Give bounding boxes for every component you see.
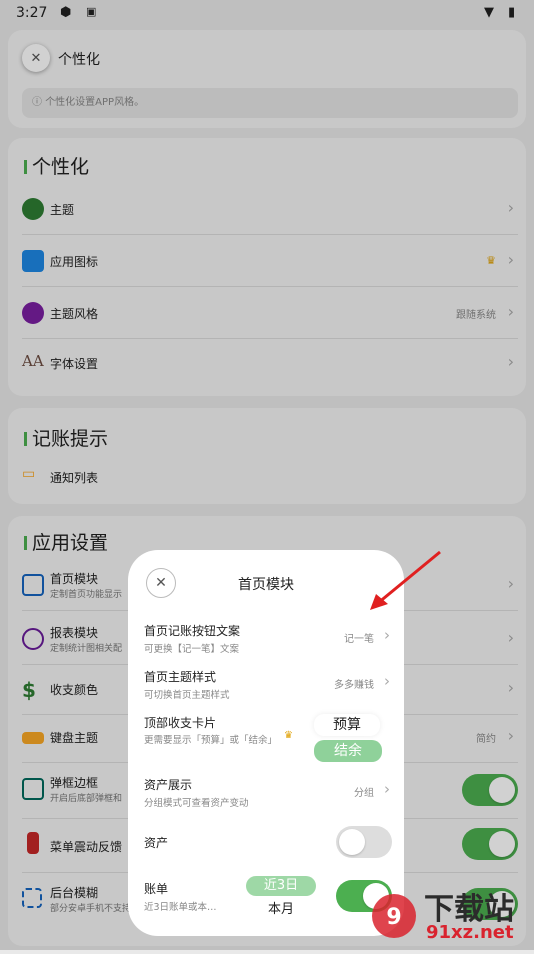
watermark-domain: 91xz.net (426, 922, 514, 943)
pointer-arrow-icon (370, 550, 441, 610)
svg-text:9: 9 (386, 905, 401, 930)
watermark: 9 下载站 91xz.net (364, 882, 534, 950)
